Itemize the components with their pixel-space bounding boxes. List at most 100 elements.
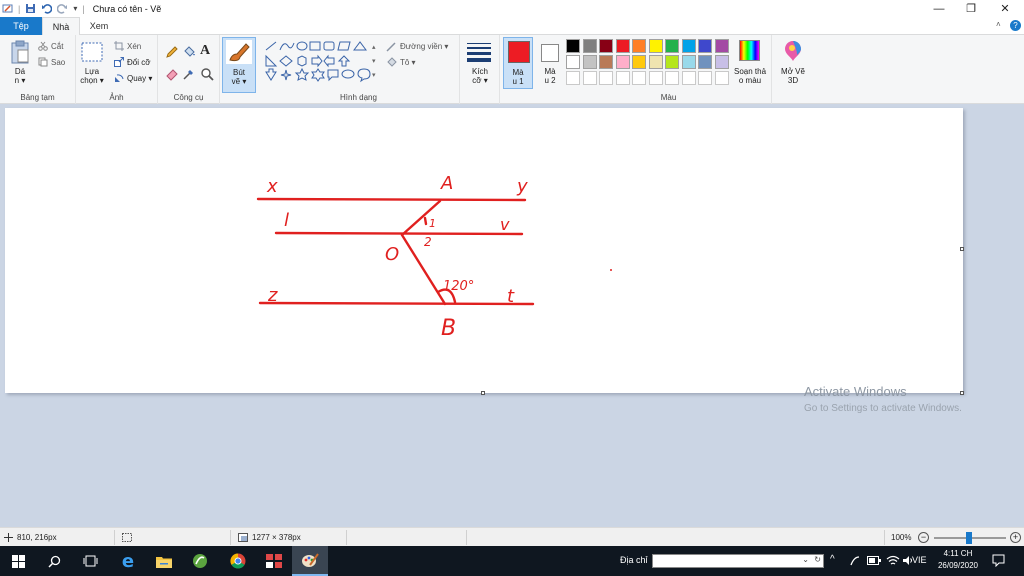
paste-button[interactable]: Dá n ▾ — [4, 67, 36, 85]
label-l: l — [284, 210, 289, 231]
shapes-scroll[interactable]: ▴ ▾ ▾ — [372, 41, 376, 83]
canvas-size-value: 1277 × 378px — [252, 533, 301, 542]
color1-button[interactable]: Mà u 1 — [503, 37, 533, 89]
zoom-in-button[interactable]: + — [1010, 532, 1021, 543]
taskbar-app-red[interactable] — [256, 546, 292, 576]
magnifier-icon[interactable] — [200, 67, 214, 81]
label-angle120: 120° — [443, 279, 474, 294]
pen-workspace-icon[interactable] — [849, 555, 861, 567]
label-A: A — [440, 173, 453, 194]
tools-group: A Công cụ — [158, 35, 220, 104]
address-input[interactable]: ⌄ ↻ — [652, 554, 824, 568]
address-refresh-icon[interactable]: ↻ — [814, 555, 821, 564]
paint3d-icon — [785, 41, 801, 61]
redo-icon[interactable] — [57, 3, 68, 14]
canvas-resize-handle-right[interactable] — [960, 247, 964, 251]
pencil-icon[interactable] — [165, 45, 179, 59]
zoom-level-value: 100% — [891, 533, 912, 542]
battery-icon[interactable] — [867, 556, 881, 565]
status-bar: 810, 216px 1277 × 378px 100% − + — [0, 527, 1024, 546]
minimize-button[interactable]: — — [922, 0, 956, 17]
select-icon[interactable] — [81, 42, 103, 62]
task-view-button[interactable] — [72, 546, 108, 576]
language-indicator[interactable]: VIE — [912, 555, 927, 565]
image-group-label: Ảnh — [109, 93, 124, 102]
canvas-resize-handle-bottom[interactable] — [481, 391, 485, 395]
crosshair-icon — [4, 533, 13, 542]
taskbar-paint[interactable] — [292, 546, 328, 576]
rotate-button[interactable]: Quay ▾ — [114, 73, 152, 83]
quick-access-toolbar: | ▾ | — [0, 0, 85, 17]
activate-windows-subtitle: Go to Settings to activate Windows. — [804, 403, 962, 414]
line-zt — [258, 301, 535, 306]
outline-icon — [386, 42, 396, 52]
size-group: Kích cỡ ▾ — [460, 35, 500, 104]
canvas-size-icon — [238, 533, 248, 542]
shapes-group: ▴ ▾ ▾ Đường viền ▾ Tô ▾ Hình dạng — [258, 35, 460, 104]
angle-mark-1 — [423, 216, 428, 226]
color1-swatch — [508, 41, 530, 63]
save-icon[interactable] — [25, 3, 36, 14]
crop-label: Xén — [127, 41, 142, 51]
label-O: O — [385, 244, 399, 265]
label-x: x — [266, 176, 278, 197]
colors-group: Màu — [566, 35, 772, 104]
start-button[interactable] — [0, 546, 36, 576]
resize-label: Đổi cỡ — [127, 57, 151, 67]
crop-button[interactable]: Xén — [114, 41, 141, 51]
zoom-slider[interactable] — [934, 532, 1006, 544]
select-button[interactable]: Lựa chọn ▾ — [76, 67, 108, 85]
taskbar-app-green[interactable] — [182, 546, 218, 576]
clipboard-group-label: Bảng tạm — [20, 93, 55, 102]
clock-date: 26/09/2020 — [937, 561, 979, 570]
search-button[interactable] — [36, 546, 72, 576]
brushes-button[interactable]: Bút vẽ ▾ — [222, 37, 256, 93]
edge-icon: e — [121, 550, 135, 572]
stray-dot — [610, 269, 612, 271]
taskbar-file-explorer[interactable] — [146, 546, 182, 576]
help-icon[interactable]: ? — [1010, 20, 1021, 31]
copy-icon — [38, 57, 48, 67]
tab-view[interactable]: Xem — [82, 17, 116, 35]
paint3d-button[interactable]: Mở Vẽ 3D — [774, 37, 812, 89]
shapes-gallery[interactable] — [264, 40, 380, 84]
address-dropdown-icon[interactable]: ⌄ — [802, 555, 809, 564]
collapse-ribbon-icon[interactable]: ˄ — [996, 20, 1001, 29]
chrome-icon — [230, 553, 246, 569]
copy-button[interactable]: Sao — [38, 57, 65, 67]
taskbar-chrome[interactable] — [220, 546, 256, 576]
color-picker-icon[interactable] — [182, 67, 196, 81]
maximize-button[interactable]: ❐ — [954, 0, 988, 17]
wifi-icon[interactable] — [886, 555, 900, 566]
close-button[interactable]: ✕ — [988, 0, 1022, 17]
scissors-icon — [38, 41, 48, 51]
size-button[interactable]: Kích cỡ ▾ — [462, 67, 498, 85]
zoom-slider-thumb[interactable] — [966, 532, 972, 544]
show-hidden-icons[interactable]: ^ — [830, 554, 835, 565]
eraser-icon[interactable] — [165, 67, 179, 81]
taskbar-edge[interactable]: e — [110, 546, 146, 576]
title-bar: | ▾ | Chưa có tên - Vẽ — ❐ ✕ — [0, 0, 1024, 17]
customize-quick-access-icon[interactable]: ▾ — [73, 4, 77, 13]
zoom-out-button[interactable]: − — [918, 532, 929, 543]
resize-button[interactable]: Đổi cỡ — [114, 57, 150, 67]
drawing-canvas[interactable]: x A y l v 1 O 2 120° z t B — [5, 108, 963, 393]
clock[interactable]: 4:11 CH 26/09/2020 — [932, 548, 984, 572]
folder-icon — [156, 556, 172, 568]
line-size-icon[interactable] — [467, 42, 491, 62]
canvas-resize-handle-corner[interactable] — [960, 391, 964, 395]
tab-home[interactable]: Nhà — [42, 17, 80, 36]
fill-bucket-icon[interactable] — [182, 45, 196, 59]
color2-button[interactable]: Mà u 2 — [536, 37, 564, 89]
search-icon — [47, 555, 60, 568]
undo-icon[interactable] — [41, 3, 53, 14]
paste-icon[interactable] — [10, 40, 30, 64]
text-icon[interactable]: A — [200, 43, 210, 59]
notifications-icon[interactable] — [992, 554, 1005, 567]
tab-file[interactable]: Tệp — [0, 17, 42, 35]
paint3d-label: Mở Vẽ 3D — [781, 67, 805, 85]
shape-fill-button[interactable]: Tô ▾ — [386, 57, 416, 68]
cut-button[interactable]: Cắt — [38, 41, 63, 51]
shape-outline-button[interactable]: Đường viền ▾ — [386, 41, 448, 52]
taskbar: e Địa chỉ ⌄ ↻ ^ VIE 4:11 CH 26/09/2020 — [0, 546, 1024, 576]
